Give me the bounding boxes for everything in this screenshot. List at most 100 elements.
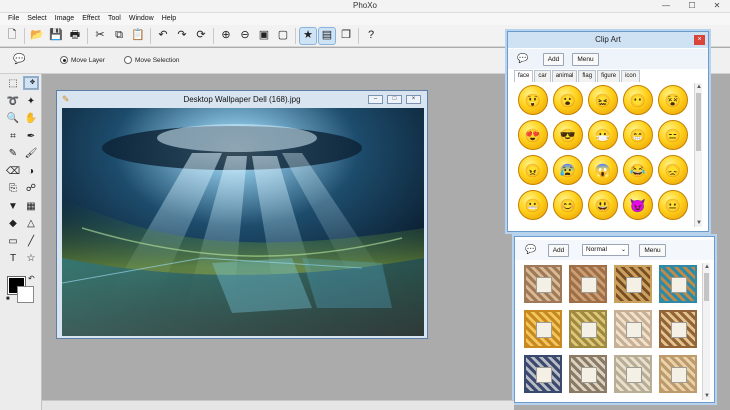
- clip-art-scrollbar[interactable]: ▲ ▼: [694, 83, 702, 227]
- emoticon-item[interactable]: 😷: [588, 120, 618, 150]
- emoticon-item[interactable]: 😈: [623, 190, 653, 220]
- tab-car[interactable]: car: [534, 70, 551, 82]
- sharpen-icon[interactable]: △: [24, 217, 38, 231]
- emoticon-item[interactable]: 😶: [623, 85, 653, 115]
- doc-minimize-button[interactable]: –: [368, 95, 383, 104]
- emoticon-item[interactable]: 😲: [518, 85, 548, 115]
- eyedropper-icon[interactable]: ✒: [24, 130, 38, 144]
- move-icon[interactable]: ✥: [23, 76, 39, 90]
- frames-add-button[interactable]: Add: [548, 244, 569, 257]
- frame-item[interactable]: [524, 310, 562, 348]
- emoticon-item[interactable]: 😍: [518, 120, 548, 150]
- frame-item[interactable]: [614, 310, 652, 348]
- frame-item[interactable]: [614, 265, 652, 303]
- frame-item[interactable]: [569, 310, 607, 348]
- menu-image[interactable]: Image: [52, 13, 79, 25]
- minimize-button[interactable]: —: [653, 0, 679, 12]
- print-icon[interactable]: 🖶: [67, 28, 83, 44]
- emoticon-item[interactable]: 😮: [553, 85, 583, 115]
- open-icon[interactable]: 📂: [29, 28, 45, 44]
- emoticon-item[interactable]: 😰: [553, 155, 583, 185]
- emoticon-item[interactable]: 😬: [518, 190, 548, 220]
- scroll-down-icon[interactable]: ▼: [695, 219, 703, 227]
- frames-scrollbar[interactable]: ▲ ▼: [702, 263, 710, 400]
- frame-item[interactable]: [524, 265, 562, 303]
- emoticon-item[interactable]: 😱: [588, 155, 618, 185]
- frame-item[interactable]: [569, 355, 607, 393]
- menu-window[interactable]: Window: [126, 13, 159, 25]
- gradient-icon[interactable]: ▦: [24, 200, 38, 214]
- clip-art-add-button[interactable]: Add: [543, 53, 564, 66]
- rectangle-icon[interactable]: ▭: [6, 235, 20, 249]
- menu-file[interactable]: File: [5, 13, 24, 25]
- frame-item[interactable]: [659, 355, 697, 393]
- frame-item[interactable]: [659, 265, 697, 303]
- text-icon[interactable]: T: [6, 252, 20, 266]
- frames-scroll-down-icon[interactable]: ▼: [703, 392, 711, 400]
- tab-icon[interactable]: icon: [621, 70, 641, 82]
- eraser-icon[interactable]: ⌫: [6, 165, 20, 179]
- scroll-up-icon[interactable]: ▲: [695, 83, 703, 91]
- layers-icon[interactable]: ❐: [338, 28, 354, 44]
- move-layer-radio[interactable]: [60, 56, 68, 64]
- workspace-horizontal-scrollbar[interactable]: [42, 400, 514, 410]
- maximize-button[interactable]: ☐: [679, 0, 705, 12]
- fit-window-icon[interactable]: ▢: [275, 28, 291, 44]
- move-layer-option[interactable]: Move Layer: [60, 56, 105, 64]
- doc-close-button[interactable]: ×: [406, 95, 421, 104]
- frame-item[interactable]: [569, 265, 607, 303]
- menu-effect[interactable]: Effect: [79, 13, 105, 25]
- redo-icon[interactable]: ↷: [174, 28, 190, 44]
- pencil-icon[interactable]: ✎: [6, 147, 20, 161]
- menu-select[interactable]: Select: [24, 13, 51, 25]
- frame-item[interactable]: [524, 355, 562, 393]
- hand-icon[interactable]: ✋: [24, 112, 38, 126]
- undo-icon[interactable]: ↶: [155, 28, 171, 44]
- clip-art-hint-icon[interactable]: 💬: [517, 53, 528, 64]
- clip-art-close-button[interactable]: ×: [694, 35, 705, 45]
- frame-item[interactable]: [614, 355, 652, 393]
- help-icon[interactable]: ?: [363, 28, 379, 44]
- emoticon-item[interactable]: 😊: [553, 190, 583, 220]
- frames-hint-icon[interactable]: 💬: [525, 244, 536, 255]
- emoticon-item[interactable]: 😐: [658, 190, 688, 220]
- clip-art-icon[interactable]: ★: [299, 26, 317, 45]
- emoticon-item[interactable]: 😵: [658, 85, 688, 115]
- actual-size-icon[interactable]: ▣: [256, 28, 272, 44]
- save-icon[interactable]: 💾: [48, 28, 64, 44]
- clip-art-scroll-thumb[interactable]: [696, 93, 701, 151]
- tab-figure[interactable]: figure: [597, 70, 621, 82]
- tab-animal[interactable]: animal: [551, 70, 578, 82]
- blend-mode-select[interactable]: Normal ⌄: [582, 244, 629, 256]
- emoticon-item[interactable]: 😂: [623, 155, 653, 185]
- wallpaper-image[interactable]: [62, 108, 424, 336]
- move-selection-option[interactable]: Move Selection: [124, 56, 179, 64]
- close-button[interactable]: ✕: [704, 0, 730, 12]
- doc-maximize-button[interactable]: □: [387, 95, 402, 104]
- menu-tool[interactable]: Tool: [105, 13, 126, 25]
- new-icon[interactable]: 🗋: [4, 28, 20, 44]
- zoom-in-icon[interactable]: ⊕: [218, 28, 234, 44]
- document-window[interactable]: ✎ Desktop Wallpaper Dell (168).jpg – □ ×: [56, 90, 428, 339]
- cut-icon[interactable]: ✂: [92, 28, 108, 44]
- fill-icon[interactable]: ▼: [6, 200, 20, 214]
- zoom-out-icon[interactable]: ⊖: [237, 28, 253, 44]
- lasso-icon[interactable]: ➰: [6, 95, 20, 109]
- clip-art-menu-button[interactable]: Menu: [572, 53, 599, 66]
- frames-scroll-up-icon[interactable]: ▲: [703, 263, 711, 271]
- clone-icon[interactable]: ⎘: [6, 182, 20, 196]
- copy-icon[interactable]: ⧉: [111, 28, 127, 44]
- emoticon-item[interactable]: 😁: [623, 120, 653, 150]
- frame-item[interactable]: [659, 310, 697, 348]
- shape-icon[interactable]: ◆: [6, 217, 20, 231]
- brush-icon[interactable]: 🖌: [24, 147, 38, 161]
- paste-icon[interactable]: 📋: [130, 28, 146, 44]
- contrast-icon[interactable]: ◑: [24, 165, 38, 179]
- smudge-icon[interactable]: ☍: [24, 182, 38, 196]
- emoticon-item[interactable]: 😑: [658, 120, 688, 150]
- menu-help[interactable]: Help: [159, 13, 181, 25]
- emoticon-item[interactable]: 😃: [588, 190, 618, 220]
- tab-face[interactable]: face: [514, 70, 534, 82]
- frames-scroll-thumb[interactable]: [704, 273, 709, 301]
- star-tool-icon[interactable]: ☆: [24, 252, 38, 266]
